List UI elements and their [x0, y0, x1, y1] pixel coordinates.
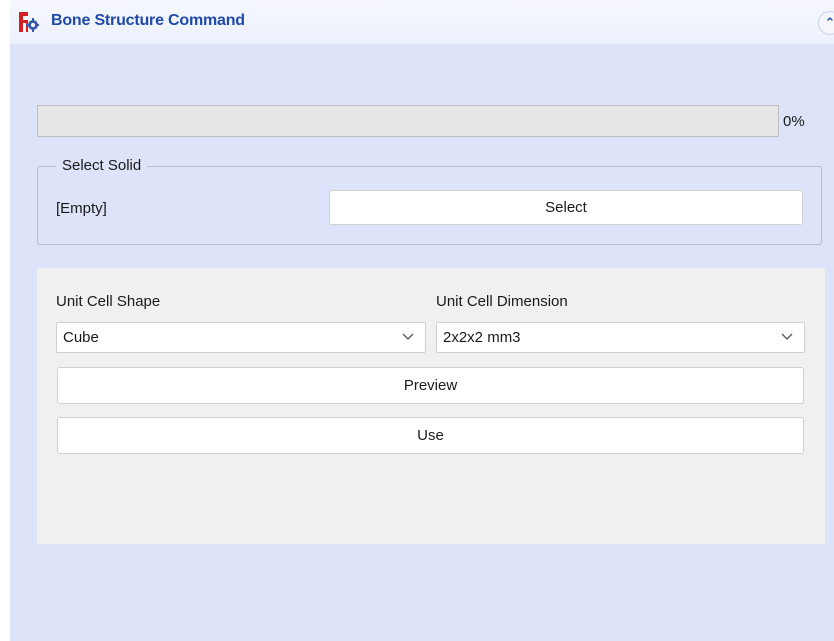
- panel-header: Bone Structure Command ⌃: [10, 0, 834, 44]
- unit-cell-dimension-label: Unit Cell Dimension: [436, 293, 568, 310]
- preview-button[interactable]: Preview: [57, 367, 804, 404]
- task-panel: Bone Structure Command ⌃ 0% Select Solid…: [10, 0, 834, 641]
- unit-cell-shape-dropdown[interactable]: Cube: [56, 322, 426, 353]
- panel-title: Bone Structure Command: [51, 12, 245, 29]
- selected-solid-status: [Empty]: [56, 200, 107, 217]
- double-chevron-up-icon[interactable]: ⌃: [818, 11, 834, 35]
- chevron-down-icon: [401, 329, 415, 343]
- progress-percent: 0%: [783, 113, 805, 130]
- progress-bar: [37, 105, 779, 137]
- select-button[interactable]: Select: [329, 190, 803, 225]
- unit-cell-shape-value: Cube: [63, 329, 99, 346]
- chevron-down-icon: [780, 329, 794, 343]
- unit-cell-dimension-dropdown[interactable]: 2x2x2 mm3: [436, 322, 805, 353]
- select-solid-title: Select Solid: [56, 157, 148, 174]
- unit-cell-dimension-value: 2x2x2 mm3: [443, 329, 521, 346]
- unit-cell-shape-label: Unit Cell Shape: [56, 293, 161, 310]
- use-button[interactable]: Use: [57, 417, 804, 454]
- freecad-gear-icon: [19, 12, 39, 32]
